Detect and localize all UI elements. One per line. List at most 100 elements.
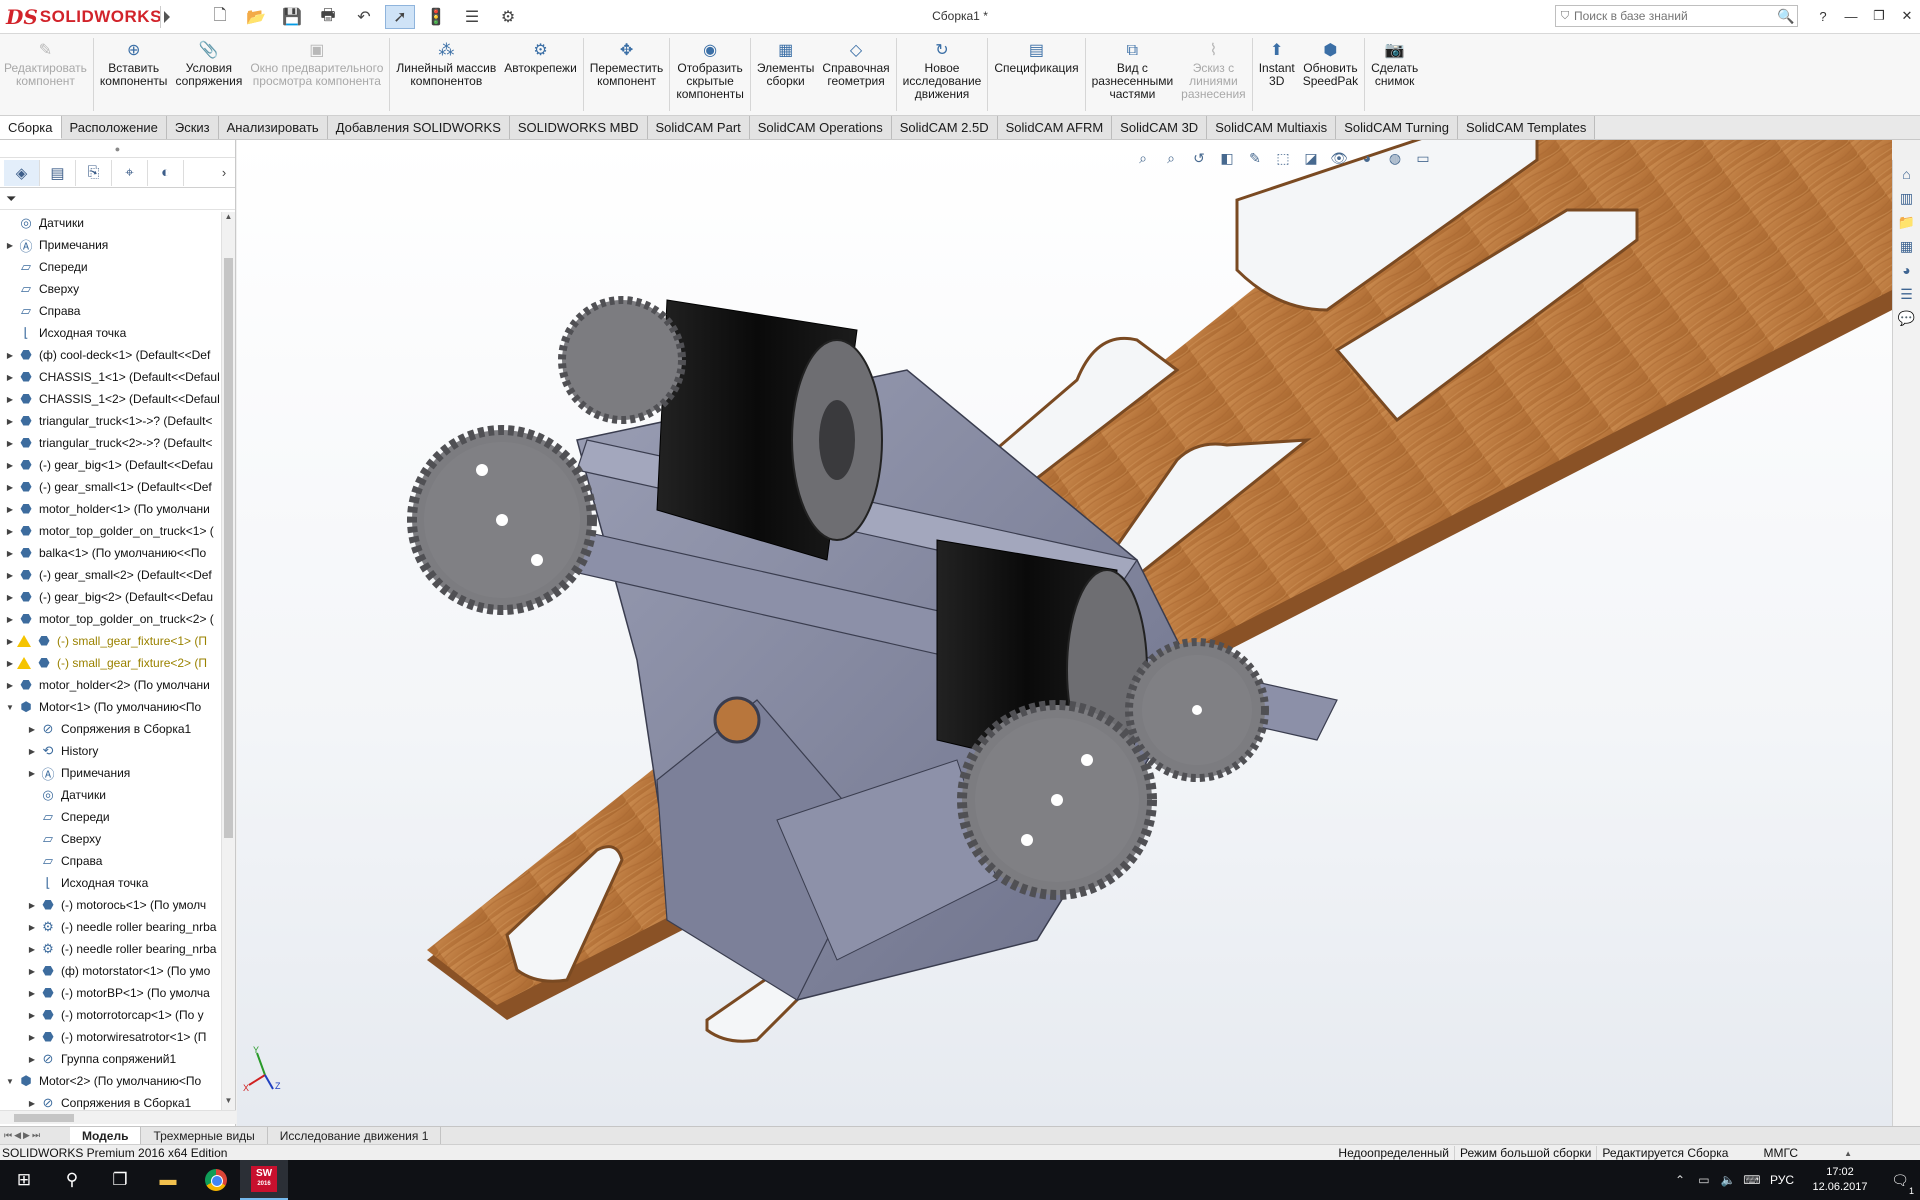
expand-arrow-icon[interactable]: ▶ xyxy=(26,989,38,998)
panel-tabs-more-icon[interactable]: › xyxy=(213,165,235,180)
assembly-3d-model[interactable] xyxy=(237,140,1892,1126)
command-tab[interactable]: SolidCAM Part xyxy=(647,116,750,139)
dimxpert-manager-tab-icon[interactable]: ⌖ xyxy=(112,159,148,186)
input-language[interactable]: РУС xyxy=(1764,1173,1800,1187)
bottom-tab[interactable]: Исследование движения 1 xyxy=(268,1127,442,1144)
tree-horizontal-scrollbar[interactable] xyxy=(0,1110,236,1124)
graphics-area[interactable]: ⌕ ⌕ ↺ ◧ ✎ ⬚ ◪ 👁 ◕ ◍ ▭ Y X Z xyxy=(237,140,1892,1126)
tree-item[interactable]: ▶ ⚙ (-) needle roller bearing_nrba xyxy=(0,916,222,938)
clock[interactable]: 17:02 12.06.2017 xyxy=(1800,1165,1880,1195)
panel-grip[interactable]: ● xyxy=(0,140,235,158)
tree-item[interactable]: ▶ ⬣ balka<1> (По умолчанию<<По xyxy=(0,542,222,564)
tree-item[interactable]: ▶ ⬣ CHASSIS_1<2> (Default<<Defaul xyxy=(0,388,222,410)
tree-item[interactable]: ▶ ⚙ (-) needle roller bearing_nrba xyxy=(0,938,222,960)
notification-center-icon[interactable]: 🗨 1 xyxy=(1880,1172,1920,1196)
tree-item[interactable]: ▶ ⊘ Сопряжения в Сборка1 xyxy=(0,718,222,740)
expand-arrow-icon[interactable]: ▶ xyxy=(26,1099,38,1108)
restore-icon[interactable]: ❐ xyxy=(1866,4,1892,28)
rebuild-traffic-light-icon[interactable]: 🚦 xyxy=(421,5,451,29)
ribbon-snapshot-button[interactable]: 📷 Сделать снимок xyxy=(1367,34,1422,115)
command-tab[interactable]: Расположение xyxy=(61,116,167,139)
edit-appearance-icon[interactable]: ◕ xyxy=(1356,148,1378,168)
tree-item[interactable]: ▶ ⬣ (-) gear_small<1> (Default<<Def xyxy=(0,476,222,498)
ribbon-instant3d-button[interactable]: ⬆ Instant 3D xyxy=(1255,34,1299,115)
gear-big-right[interactable] xyxy=(957,700,1157,900)
tree-item[interactable]: ▶ ⬣ (-) motorBP<1> (По умолча xyxy=(0,982,222,1004)
scroll-up-icon[interactable]: ▲ xyxy=(222,212,235,226)
expand-arrow-icon[interactable]: ▶ xyxy=(26,901,38,910)
bottom-tab[interactable]: Трехмерные виды xyxy=(141,1127,268,1144)
task-view-icon[interactable]: ❐ xyxy=(96,1160,144,1200)
unit-system-arrow-icon[interactable]: ▲ xyxy=(1844,1149,1852,1158)
tab-next-icon[interactable]: ▶ xyxy=(23,1130,30,1141)
tree-item[interactable]: ▶ Ⓐ Примечания xyxy=(0,234,222,256)
expand-arrow-icon[interactable]: ▶ xyxy=(4,241,16,250)
ribbon-show-button[interactable]: ◉ Отобразить скрытые компоненты xyxy=(672,34,748,115)
gear-small-left[interactable] xyxy=(558,296,686,424)
tree-item[interactable]: ▶ ⬣ (-) gear_big<2> (Default<<Defau xyxy=(0,586,222,608)
expand-arrow-icon[interactable]: ▶ xyxy=(4,527,16,536)
command-tab[interactable]: Добавления SOLIDWORKS xyxy=(327,116,510,139)
expand-arrow-icon[interactable]: ▶ xyxy=(4,659,16,668)
tree-item[interactable]: ▱ Спереди xyxy=(0,256,222,278)
ribbon-speedpak-button[interactable]: ⬢ Обновить SpeedPak xyxy=(1299,34,1362,115)
search-input[interactable] xyxy=(1574,9,1775,23)
custom-properties-icon[interactable]: ☰ xyxy=(1896,284,1918,304)
section-view-icon[interactable]: ◧ xyxy=(1216,148,1238,168)
command-tab[interactable]: SolidCAM 2.5D xyxy=(891,116,998,139)
property-manager-tab-icon[interactable]: ▤ xyxy=(40,159,76,186)
expand-arrow-icon[interactable]: ▶ xyxy=(4,681,16,690)
tree-vertical-scrollbar[interactable]: ▲ ▼ xyxy=(221,212,235,1110)
command-tab[interactable]: SOLIDWORKS MBD xyxy=(509,116,648,139)
tree-item[interactable]: ▱ Сверху xyxy=(0,278,222,300)
filter-icon[interactable]: ⏷ xyxy=(6,191,16,207)
tree-item[interactable]: ▶ ⬣ (-) small_gear_fixture<1> (П xyxy=(0,630,222,652)
tree-item[interactable]: ▶ ⬣ triangular_truck<2>->? (Default< xyxy=(0,432,222,454)
ribbon-mates-button[interactable]: 📎 Условия сопряжения xyxy=(171,34,246,115)
ribbon-sketch-button[interactable]: ⌇ Эскиз с линиями разнесения xyxy=(1177,34,1250,115)
ribbon-preview-button[interactable]: ▣ Окно предварительного просмотра компоне… xyxy=(246,34,387,115)
bottom-tab[interactable]: Модель xyxy=(70,1127,142,1144)
expand-arrow-icon[interactable]: ▶ xyxy=(26,747,38,756)
select-pointer-icon[interactable]: ➚ xyxy=(385,5,415,29)
command-tab[interactable]: SolidCAM AFRM xyxy=(997,116,1113,139)
command-tab[interactable]: Эскиз xyxy=(166,116,219,139)
tree-item[interactable]: ▶ ⊘ Группа сопряжений1 xyxy=(0,1048,222,1070)
tree-item[interactable]: ▶ ⟲ History xyxy=(0,740,222,762)
command-tab[interactable]: SolidCAM Operations xyxy=(749,116,892,139)
command-tab[interactable]: Анализировать xyxy=(218,116,328,139)
keyboard-icon[interactable]: ⌨ xyxy=(1740,1173,1764,1187)
tree-item[interactable]: ▱ Справа xyxy=(0,850,222,872)
zoom-to-fit-icon[interactable]: ⌕ xyxy=(1132,148,1154,168)
expand-arrow-icon[interactable]: ▶ xyxy=(26,1033,38,1042)
solidworks-taskbar-icon[interactable]: SW 2016 xyxy=(240,1160,288,1200)
new-document-icon[interactable]: 🗋 xyxy=(205,5,235,29)
tree-item[interactable]: ▶ Ⓐ Примечания xyxy=(0,762,222,784)
scrollbar-thumb[interactable] xyxy=(224,258,233,838)
previous-view-icon[interactable]: ↺ xyxy=(1188,148,1210,168)
ribbon-motion-button[interactable]: ↻ Новое исследование движения xyxy=(899,34,986,115)
expand-arrow-icon[interactable]: ▶ xyxy=(4,571,16,580)
save-icon[interactable]: 💾 xyxy=(277,5,307,29)
ribbon-edit-button[interactable]: ✎ Редактировать компонент xyxy=(0,34,91,115)
unit-system[interactable]: ММГС xyxy=(1733,1146,1844,1160)
design-library-icon[interactable]: ▥ xyxy=(1896,188,1918,208)
ribbon-exploded-button[interactable]: ⧉ Вид с разнесенными частями xyxy=(1088,34,1178,115)
expand-arrow-icon[interactable]: ▶ xyxy=(4,505,16,514)
expand-arrow-icon[interactable]: ▶ xyxy=(26,923,38,932)
close-icon[interactable]: ✕ xyxy=(1894,4,1920,28)
open-folder-icon[interactable]: 📂 xyxy=(241,5,271,29)
expand-arrow-icon[interactable]: ▶ xyxy=(4,351,16,360)
ribbon-fasteners-button[interactable]: ⚙ Автокрепежи xyxy=(500,34,581,115)
expand-arrow-icon[interactable]: ▶ xyxy=(4,593,16,602)
chrome-icon[interactable] xyxy=(192,1160,240,1200)
file-explorer-icon[interactable]: 📁 xyxy=(1896,212,1918,232)
windows-start-icon[interactable]: ⊞ xyxy=(0,1160,48,1200)
ribbon-refgeom-button[interactable]: ◇ Справочная геометрия xyxy=(818,34,893,115)
help-icon[interactable]: ? xyxy=(1810,4,1836,28)
expand-arrow-icon[interactable]: ▶ xyxy=(4,461,16,470)
print-icon[interactable]: 🖶 xyxy=(313,5,343,29)
tree-item[interactable]: ▶ ⬣ (-) gear_small<2> (Default<<Def xyxy=(0,564,222,586)
display-style-icon[interactable]: ◪ xyxy=(1300,148,1322,168)
tree-item[interactable]: ▶ ⬣ (-) gear_big<1> (Default<<Defau xyxy=(0,454,222,476)
